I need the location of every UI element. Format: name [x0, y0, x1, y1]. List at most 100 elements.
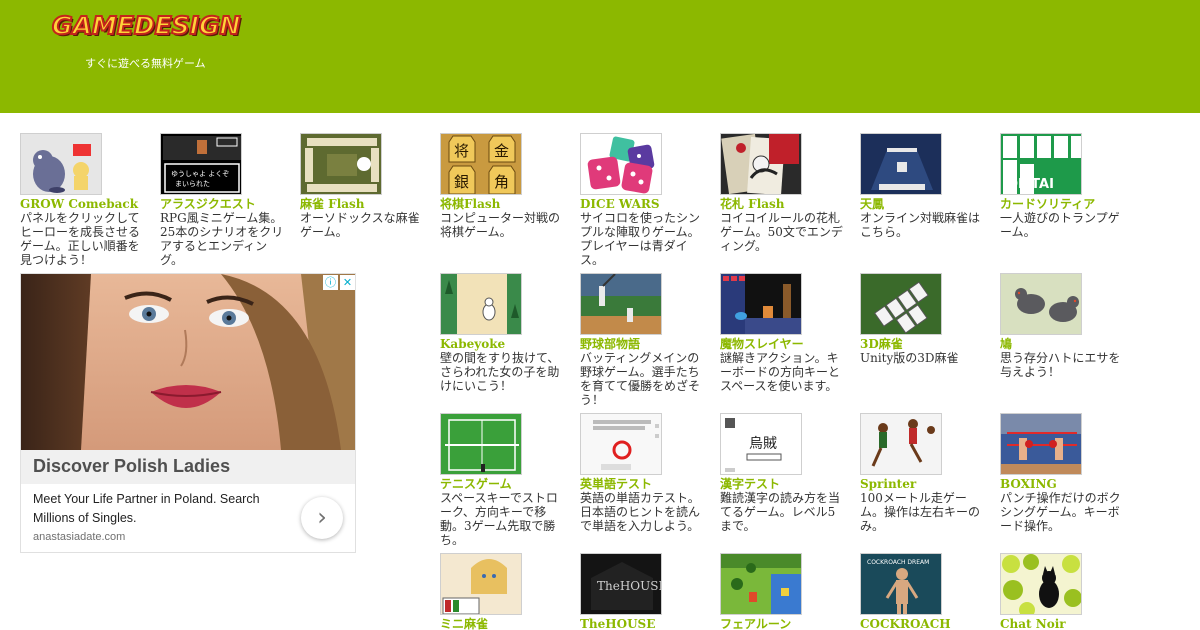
game-thumbnail-cockroach[interactable]: COCKROACH DREAM [860, 553, 942, 615]
game-thumbnail-chat-noir[interactable] [1000, 553, 1082, 615]
ad-headline[interactable]: Discover Polish Ladies [21, 450, 355, 484]
game-tile[interactable]: フェアルーン [720, 553, 850, 630]
ad-body[interactable]: Meet Your Life Partner in Poland. Search… [33, 490, 283, 528]
game-thumbnail-baseball[interactable] [580, 273, 662, 335]
ad-choices[interactable]: ⓘ ✕ [323, 275, 355, 290]
game-thumbnail-dice-wars[interactable] [580, 133, 662, 195]
game-tile[interactable]: Sprinter 100メートル走ゲーム。操作は左右キーのみ。 [860, 413, 990, 533]
game-thumbnail-tenhou[interactable] [860, 133, 942, 195]
game-tile[interactable]: 天鳳 オンライン対戦麻雀はこちら。 [860, 133, 990, 239]
game-title[interactable]: 鳩 [1000, 337, 1130, 351]
advertisement[interactable]: ⓘ ✕ Discover Polish Ladies Meet Your Lif… [20, 273, 356, 553]
game-title[interactable]: カードソリティア [1000, 197, 1130, 211]
game-title[interactable]: Kabeyoke [440, 337, 570, 351]
game-title[interactable]: テニスゲーム [440, 477, 570, 491]
game-tile[interactable]: ゆうしゃよ よくぞまいられた アラスジクエスト RPG風ミニゲーム集。25本のシ… [160, 133, 290, 267]
game-thumbnail-kanji-test[interactable]: 烏賊 [720, 413, 802, 475]
game-tile[interactable]: GROW Comeback パネルをクリックしてヒーローを成長させるゲーム。正し… [20, 133, 150, 267]
game-thumbnail-english-word-test[interactable] [580, 413, 662, 475]
game-title[interactable]: 天鳳 [860, 197, 990, 211]
ad-photo[interactable]: ⓘ ✕ [21, 274, 355, 450]
game-thumbnail-boxing[interactable] [1000, 413, 1082, 475]
svg-text:銀: 銀 [454, 173, 469, 191]
game-title[interactable]: ミニ麻雀 [440, 617, 570, 630]
game-tile[interactable]: 3D麻雀 Unity版の3D麻雀 [860, 273, 990, 365]
game-tile[interactable]: 魔物スレイヤー 謎解きアクション。キーボードの方向キーとスペースを使います。 [720, 273, 850, 393]
game-tile[interactable]: COCKROACH DREAM COCKROACH [860, 553, 990, 630]
game-title[interactable]: 英単語テスト [580, 477, 710, 491]
game-title[interactable]: 3D麻雀 [860, 337, 990, 351]
game-tile[interactable]: 英単語テスト 英語の単語カテスト。日本語のヒントを読んで単語を入力しよう。 [580, 413, 710, 533]
game-description: パネルをクリックしてヒーローを成長させるゲーム。正しい順番を見つけよう！ [20, 211, 141, 267]
game-thumbnail-card-solitaire[interactable]: OLITAI [1000, 133, 1082, 195]
game-thumbnail-kabeyoke[interactable] [440, 273, 522, 335]
game-tile[interactable]: TheHOUSE TheHOUSE [580, 553, 710, 630]
game-title[interactable]: DICE WARS [580, 197, 710, 211]
game-thumbnail-monster-slayer[interactable] [720, 273, 802, 335]
game-title[interactable]: 魔物スレイヤー [720, 337, 850, 351]
game-description: オンライン対戦麻雀はこちら。 [860, 211, 981, 239]
game-title[interactable]: 将棋Flash [440, 197, 570, 211]
kanji-question: 烏賊 [749, 435, 777, 452]
game-thumbnail-shogi-flash[interactable]: 将 金銀 角 [440, 133, 522, 195]
game-title[interactable]: GROW Comeback [20, 197, 150, 211]
game-title[interactable]: 漢字テスト [720, 477, 850, 491]
game-title[interactable]: 花札 Flash [720, 197, 850, 211]
game-description: バッティングメインの野球ゲーム。選手たちを育てて優勝をめざそう！ [580, 351, 701, 407]
game-tile[interactable]: OLITAI カードソリティア 一人遊びのトランプゲーム。 [1000, 133, 1130, 239]
game-description: 謎解きアクション。キーボードの方向キーとスペースを使います。 [720, 351, 841, 393]
the-house-logo: TheHOUSE [597, 579, 662, 593]
game-tile[interactable]: Chat Noir [1000, 553, 1130, 630]
game-description: 思う存分ハトにエサを与えよう！ [1000, 351, 1121, 379]
rpg-dialog-line2: まいられた [175, 180, 210, 188]
game-thumbnail-arasuji-quest[interactable]: ゆうしゃよ よくぞまいられた [160, 133, 242, 195]
game-thumbnail-3d-mahjong[interactable] [860, 273, 942, 335]
svg-text:将: 将 [454, 142, 469, 160]
game-thumbnail-pigeon[interactable] [1000, 273, 1082, 335]
solitaire-banner: OLITAI [1007, 177, 1054, 192]
game-tile[interactable]: 野球部物語 バッティングメインの野球ゲーム。選手たちを育てて優勝をめざそう！ [580, 273, 710, 407]
svg-text:角: 角 [494, 173, 509, 191]
game-description: コンピューター対戦の将棋ゲーム。 [440, 211, 561, 239]
game-description: RPG風ミニゲーム集。25本のシナリオをクリアするとエンディング。 [160, 211, 284, 267]
game-tile[interactable]: 将 金銀 角 将棋Flash コンピューター対戦の将棋ゲーム。 [440, 133, 570, 239]
game-tile[interactable]: BOXING パンチ操作だけのボクシングゲーム。キーボード操作。 [1000, 413, 1130, 533]
game-title[interactable]: アラスジクエスト [160, 197, 290, 211]
game-description: 100メートル走ゲーム。操作は左右キーのみ。 [860, 491, 981, 533]
game-description: パンチ操作だけのボクシングゲーム。キーボード操作。 [1000, 491, 1121, 533]
ad-url[interactable]: anastasiadate.com [33, 531, 125, 543]
info-icon[interactable]: ⓘ [323, 275, 338, 290]
game-title[interactable]: Sprinter [860, 477, 990, 491]
game-tile[interactable]: DICE WARS サイコロを使ったシンプルな陣取りゲーム。プレイヤーは青ダイス… [580, 133, 710, 267]
site-logo[interactable]: GAMEDESIGN [51, 10, 241, 41]
game-thumbnail-mahjong-flash[interactable] [300, 133, 382, 195]
game-tile[interactable]: 烏賊 漢字テスト 難読漢字の読み方を当てるゲーム。レベル5まで。 [720, 413, 850, 533]
game-title[interactable]: 麻雀 Flash [300, 197, 430, 211]
game-thumbnail-tennis[interactable] [440, 413, 522, 475]
game-tile[interactable]: 鳩 思う存分ハトにエサを与えよう！ [1000, 273, 1130, 379]
game-title[interactable]: フェアルーン [720, 617, 850, 630]
game-title[interactable]: COCKROACH [860, 617, 990, 630]
game-description: オーソドックスな麻雀ゲーム。 [300, 211, 420, 239]
game-title[interactable]: Chat Noir [1000, 617, 1130, 630]
game-thumbnail-grow-comeback[interactable] [20, 133, 102, 195]
game-description: 英語の単語カテスト。日本語のヒントを読んで単語を入力しよう。 [580, 491, 701, 533]
game-thumbnail-mini-mahjong[interactable] [440, 553, 522, 615]
chevron-right-icon[interactable]: › [301, 497, 343, 539]
game-description: 一人遊びのトランプゲーム。 [1000, 211, 1120, 239]
game-title[interactable]: TheHOUSE [580, 617, 710, 630]
game-thumbnail-the-house[interactable]: TheHOUSE [580, 553, 662, 615]
close-icon[interactable]: ✕ [340, 275, 355, 290]
game-tile[interactable]: 麻雀 Flash オーソドックスな麻雀ゲーム。 [300, 133, 430, 239]
game-tile[interactable]: 花札 Flash コイコイルールの花札ゲーム。50文でエンディング。 [720, 133, 850, 253]
game-thumbnail-sprinter[interactable] [860, 413, 942, 475]
rpg-dialog-line1: ゆうしゃよ よくぞ [171, 170, 229, 178]
game-tile[interactable]: Kabeyoke 壁の間をすり抜けて、さらわれた女の子を助けにいこう！ [440, 273, 570, 393]
game-tile[interactable]: テニスゲーム スペースキーでストローク、方向キーで移動。3ゲーム先取で勝ち。 [440, 413, 570, 547]
game-tile[interactable]: ミニ麻雀 [440, 553, 570, 630]
game-title[interactable]: 野球部物語 [580, 337, 710, 351]
game-thumbnail-hanafuda-flash[interactable] [720, 133, 802, 195]
game-thumbnail-fairune[interactable] [720, 553, 802, 615]
game-description: 難読漢字の読み方を当てるゲーム。レベル5まで。 [720, 491, 841, 533]
game-title[interactable]: BOXING [1000, 477, 1130, 491]
